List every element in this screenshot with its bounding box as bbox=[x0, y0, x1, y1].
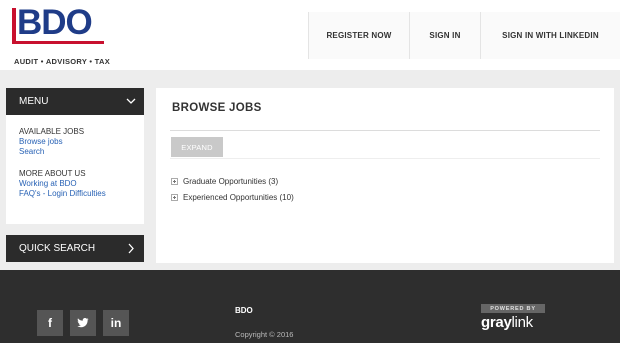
sidebar-link-working-at-bdo[interactable]: Working at BDO bbox=[19, 179, 144, 189]
powered-by-badge: POWERED BY bbox=[481, 304, 545, 313]
sidebar-link-browse-jobs[interactable]: Browse jobs bbox=[19, 137, 144, 147]
page-title: BROWSE JOBS bbox=[172, 102, 262, 114]
divider bbox=[170, 158, 600, 159]
linkedin-icon[interactable]: in bbox=[103, 310, 129, 336]
sidebar-link-search[interactable]: Search bbox=[19, 147, 144, 157]
divider bbox=[170, 130, 600, 131]
sidebar-link-faq-login[interactable]: FAQ's - Login Difficulties bbox=[19, 189, 144, 199]
logo-tagline: AUDIT • ADVISORY • TAX bbox=[14, 57, 111, 66]
category-label: Graduate Opportunities (3) bbox=[183, 177, 279, 186]
logo-bar bbox=[12, 8, 16, 44]
footer-brand: BDO bbox=[235, 306, 253, 315]
quick-search-button[interactable]: QUICK SEARCH bbox=[6, 235, 144, 262]
twitter-icon[interactable] bbox=[70, 310, 96, 336]
graylink-logo[interactable]: graylink bbox=[481, 314, 533, 331]
expand-button[interactable]: EXPAND bbox=[171, 137, 223, 157]
bdo-logo[interactable]: BDO AUDIT • ADVISORY • TAX bbox=[12, 3, 111, 68]
category-label: Experienced Opportunities (10) bbox=[183, 193, 294, 202]
expand-plus-icon[interactable] bbox=[171, 194, 178, 201]
browse-jobs-panel: BROWSE JOBS EXPAND Graduate Opportunitie… bbox=[156, 88, 614, 263]
sign-in-with-linkedin-button[interactable]: SIGN IN WITH LINKEDIN bbox=[480, 12, 620, 59]
twitter-bird-icon bbox=[77, 318, 89, 328]
logo-text: BDO bbox=[17, 3, 93, 42]
sign-in-button[interactable]: SIGN IN bbox=[409, 12, 480, 59]
category-item-experienced[interactable]: Experienced Opportunities (10) bbox=[171, 193, 294, 202]
footer-copyright: Copyright © 2016 bbox=[235, 330, 294, 339]
graylink-bold: gray bbox=[481, 314, 512, 331]
facebook-icon[interactable]: f bbox=[37, 310, 63, 336]
chevron-down-icon bbox=[126, 98, 136, 104]
expand-plus-icon[interactable] bbox=[171, 178, 178, 185]
graylink-thin: link bbox=[511, 314, 534, 331]
logo-mark: BDO bbox=[12, 3, 104, 46]
chevron-right-icon bbox=[128, 243, 134, 254]
register-now-button[interactable]: REGISTER NOW bbox=[308, 12, 409, 59]
sidebar-section-title-jobs: AVAILABLE JOBS bbox=[19, 127, 85, 136]
category-item-graduate[interactable]: Graduate Opportunities (3) bbox=[171, 177, 278, 186]
header: BDO AUDIT • ADVISORY • TAX REGISTER NOW … bbox=[0, 0, 620, 70]
sidebar-section-title-about: MORE ABOUT US bbox=[19, 169, 86, 178]
quick-search-label: QUICK SEARCH bbox=[19, 243, 96, 254]
menu-toggle[interactable]: MENU bbox=[6, 88, 144, 115]
sidebar-menu: AVAILABLE JOBS Browse jobs Search MORE A… bbox=[6, 115, 144, 224]
menu-label: MENU bbox=[19, 96, 49, 107]
footer: f in BDO Copyright © 2016 POWERED BY gra… bbox=[0, 270, 620, 343]
top-navigation: REGISTER NOW SIGN IN SIGN IN WITH LINKED… bbox=[308, 12, 620, 59]
